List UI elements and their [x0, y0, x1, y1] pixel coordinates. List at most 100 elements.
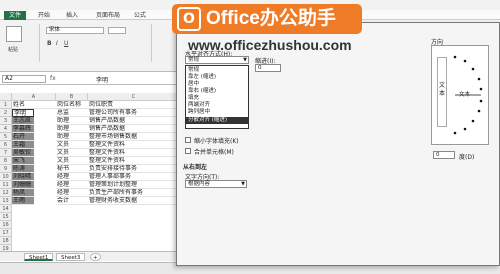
row-header[interactable]: 15 [0, 213, 12, 221]
table-cell-name[interactable]: 王雨 [12, 197, 34, 205]
table-cell-duty[interactable]: 整理文件资料 [88, 149, 180, 157]
table-cell-name[interactable]: 石开 [12, 133, 34, 141]
table-cell-duty[interactable]: 销售产品数据 [88, 117, 180, 125]
table-cell-position[interactable]: 助理 [56, 117, 88, 125]
table-cell-name[interactable]: 王霜 [12, 141, 34, 149]
sheet-tab-3[interactable]: Sheet3 [56, 253, 86, 261]
sheet-tab-1[interactable]: Sheet1 [24, 253, 54, 261]
table-cell-position[interactable]: 秘书 [56, 165, 88, 173]
italic-button[interactable]: I [56, 40, 58, 47]
h-align-option[interactable]: 填充 [188, 95, 199, 102]
row-header[interactable]: 3 [0, 117, 12, 125]
table-cell-position[interactable]: 助理 [56, 133, 88, 141]
h-align-option[interactable]: 靠左 (缩进) [188, 74, 216, 81]
vertical-text-toggle[interactable]: 文本 [437, 57, 447, 127]
column-header-c[interactable]: C [88, 93, 180, 101]
indent-spinner[interactable]: 0 [255, 64, 281, 72]
format-cells-dialog: 水平对齐方式(H): 常规 ▼ 缩进(I): 0 常规 靠左 (缩进) 居中 靠… [176, 22, 500, 266]
font-size-select[interactable] [108, 27, 126, 34]
row-header[interactable]: 11 [0, 181, 12, 189]
merge-cells-checkbox[interactable] [185, 148, 191, 154]
header-cell-duty[interactable]: 岗位职责 [88, 101, 180, 109]
tab-file[interactable]: 文件 [4, 11, 26, 20]
text-direction-select[interactable]: 根据内容 ▼ [185, 180, 247, 188]
table-cell-position[interactable]: 文员 [56, 149, 88, 157]
h-align-option-selected[interactable]: 分散对齐 (缩进) [186, 117, 248, 124]
table-cell-duty[interactable]: 销售产品数据 [88, 125, 180, 133]
shrink-to-fit-checkbox[interactable] [185, 137, 191, 143]
tab-insert[interactable]: 插入 [66, 11, 78, 20]
table-cell-position[interactable]: 文员 [56, 141, 88, 149]
table-cell-name[interactable]: 李慕辉 [12, 125, 34, 133]
row-header[interactable]: 13 [0, 197, 12, 205]
row-header[interactable]: 4 [0, 125, 12, 133]
table-cell-position[interactable]: 经理 [56, 173, 88, 181]
row-header[interactable]: 2 [0, 109, 12, 117]
row-header[interactable]: 17 [0, 229, 12, 237]
table-cell-duty[interactable]: 整理文件资料 [88, 141, 180, 149]
table-cell-position[interactable]: 经理 [56, 189, 88, 197]
table-cell-name[interactable]: 王志凯 [12, 117, 34, 125]
underline-button[interactable]: U [64, 40, 68, 47]
table-cell-name[interactable]: 陈涛 [12, 165, 34, 173]
row-header[interactable]: 10 [0, 173, 12, 181]
paste-icon[interactable] [6, 26, 22, 42]
table-cell-duty[interactable]: 负责安排接待事务 [88, 165, 180, 173]
clipboard-group: 粘贴 [2, 24, 40, 62]
table-cell-position[interactable]: 会计 [56, 197, 88, 205]
h-align-option[interactable]: 常规 [188, 67, 199, 74]
row-header[interactable]: 8 [0, 157, 12, 165]
table-cell-position[interactable]: 总监 [56, 109, 88, 117]
row-header[interactable]: 18 [0, 237, 12, 245]
row-header[interactable]: 6 [0, 141, 12, 149]
h-align-option[interactable]: 两端对齐 [188, 102, 210, 109]
row-header[interactable]: 5 [0, 133, 12, 141]
table-cell-duty[interactable]: 管理财务收支数据 [88, 197, 180, 205]
header-cell-position[interactable]: 岗位名称 [56, 101, 88, 109]
fx-icon[interactable]: fx [50, 75, 90, 82]
merge-cells-label: 合并单元格(M) [194, 149, 234, 156]
formula-value[interactable]: 李明 [96, 75, 108, 84]
sheet-tab-bar: Sheet1 Sheet3 + [0, 251, 180, 261]
h-align-option[interactable]: 跨列居中 [188, 109, 210, 116]
table-cell-duty[interactable]: 负责生产部所有事务 [88, 189, 180, 197]
add-sheet-button[interactable]: + [90, 253, 101, 261]
row-header[interactable]: 7 [0, 149, 12, 157]
table-cell-duty[interactable]: 整理文件资料 [88, 157, 180, 165]
column-header-b[interactable]: B [56, 93, 88, 101]
table-cell-duty[interactable]: 管理人事部事务 [88, 173, 180, 181]
h-align-select[interactable]: 常规 ▼ [185, 56, 249, 64]
column-header-a[interactable]: A [12, 93, 56, 101]
table-cell-name[interactable]: 刘姗姗 [12, 181, 34, 189]
worksheet-grid[interactable]: A B C 1 姓名 岗位名称 岗位职责 2 李明 总监 管理公司所有事务 3 王志凯 助理… [0, 93, 180, 261]
tab-home[interactable]: 开始 [38, 11, 50, 20]
table-cell-duty[interactable]: 整理市场销售数据 [88, 133, 180, 141]
table-cell-duty[interactable]: 管理公司所有事务 [88, 109, 180, 117]
table-cell-name[interactable]: 刘晓晴 [12, 173, 34, 181]
table-cell-name[interactable]: 李明 [12, 109, 34, 117]
table-cell-position[interactable]: 助理 [56, 125, 88, 133]
select-all-corner[interactable] [0, 93, 12, 101]
table-cell-duty[interactable]: 管理策划计划整理 [88, 181, 180, 189]
tab-page-layout[interactable]: 页面布局 [96, 11, 120, 20]
row-header[interactable]: 1 [0, 101, 12, 109]
table-cell-name[interactable]: 杨凤 [12, 189, 34, 197]
h-align-option[interactable]: 居中 [188, 81, 199, 88]
font-name-select[interactable]: 宋体 [46, 27, 104, 34]
header-cell-name[interactable]: 姓名 [12, 101, 56, 109]
h-align-options-list[interactable]: 常规 靠左 (缩进) 居中 靠右 (缩进) 填充 两端对齐 跨列居中 分散对齐 … [185, 65, 249, 129]
table-cell-name[interactable]: 宋飞 [12, 157, 34, 165]
degrees-spinner[interactable]: 0 [433, 151, 455, 159]
bold-button[interactable]: B [47, 40, 52, 47]
row-header[interactable]: 14 [0, 205, 12, 213]
name-box[interactable]: A2 [2, 75, 46, 83]
tab-formulas[interactable]: 公式 [134, 11, 146, 20]
h-align-option[interactable]: 靠右 (缩进) [188, 88, 216, 95]
watermark-url: www.officezhushou.com [188, 37, 352, 53]
row-header[interactable]: 9 [0, 165, 12, 173]
table-cell-position[interactable]: 文员 [56, 157, 88, 165]
table-cell-name[interactable]: 吴敏钦 [12, 149, 34, 157]
row-header[interactable]: 16 [0, 221, 12, 229]
row-header[interactable]: 12 [0, 189, 12, 197]
table-cell-position[interactable]: 经理 [56, 181, 88, 189]
